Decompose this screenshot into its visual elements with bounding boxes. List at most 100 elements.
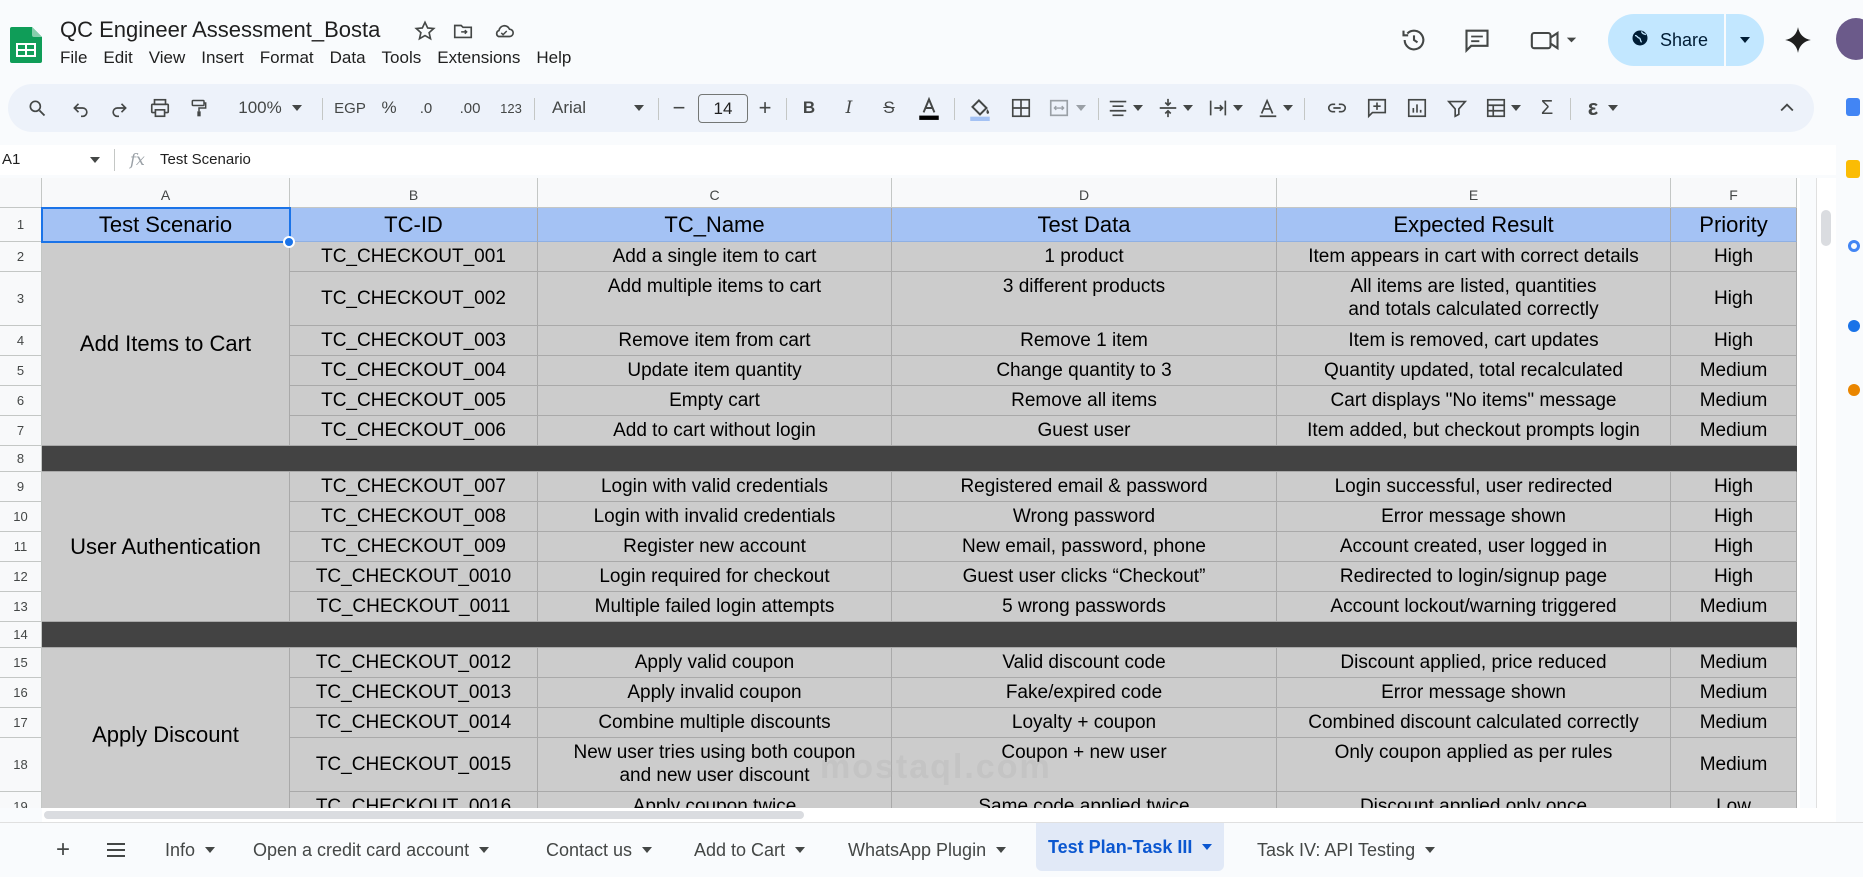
menu-tools[interactable]: Tools [374,48,430,68]
print-icon[interactable] [144,84,176,132]
merge-cells-icon[interactable] [1044,84,1090,132]
menu-extensions[interactable]: Extensions [429,48,528,68]
filter-icon[interactable] [1440,84,1474,132]
tc-name-cell[interactable]: Combine multiple discounts [538,708,892,738]
insert-chart-icon[interactable] [1400,84,1434,132]
row-header[interactable]: 10 [0,502,42,532]
test-data-cell[interactable]: 3 different products [892,272,1277,326]
vertical-scrollbar[interactable] [1816,178,1836,808]
keep-icon[interactable] [1846,160,1860,178]
expected-result-cell[interactable]: Redirected to login/signup page [1277,562,1671,592]
tab-info[interactable]: Info [153,829,227,871]
italic-button[interactable]: I [832,84,866,132]
comment-icon[interactable] [1459,22,1495,58]
chevron-down-icon[interactable] [90,157,100,163]
borders-icon[interactable] [1004,84,1038,132]
add-sheet-button[interactable]: + [44,829,82,871]
formula-input[interactable]: Test Scenario [160,151,251,168]
text-color-icon[interactable] [912,84,946,132]
tc-id-cell[interactable]: TC_CHECKOUT_009 [290,532,538,562]
fill-handle[interactable] [283,236,295,248]
row-header[interactable]: 11 [0,532,42,562]
bold-button[interactable]: B [792,84,826,132]
priority-cell[interactable]: High [1671,472,1797,502]
row-header[interactable]: 3 [0,272,42,326]
tc-id-cell[interactable]: TC_CHECKOUT_0011 [290,592,538,622]
separator-row[interactable] [42,446,1797,472]
priority-cell[interactable]: High [1671,562,1797,592]
spreadsheet-grid[interactable]: A B C D E F 1 2 3 4 5 6 7 8 9 10 11 12 1… [0,178,1800,808]
test-data-cell[interactable]: Loyalty + coupon [892,708,1277,738]
fill-color-icon[interactable] [962,84,998,132]
filter-views-icon[interactable] [1480,84,1526,132]
tc-id-cell[interactable]: TC_CHECKOUT_005 [290,386,538,416]
expected-result-cell[interactable]: Login successful, user redirected [1277,472,1671,502]
horizontal-scrollbar[interactable] [42,808,1836,822]
priority-cell[interactable]: High [1671,272,1797,326]
row-header[interactable]: 19 [0,792,42,808]
tc-name-cell[interactable]: Apply coupon twice [538,792,892,808]
test-data-cell[interactable]: 1 product [892,242,1277,272]
expected-result-cell[interactable]: Item is removed, cart updates [1277,326,1671,356]
tc-name-cell[interactable]: Apply invalid coupon [538,678,892,708]
column-header-b[interactable]: B [290,178,538,208]
tab-task-iv-api-testing[interactable]: Task IV: API Testing [1245,829,1447,871]
column-header-d[interactable]: D [892,178,1277,208]
tc-name-cell[interactable]: Login with valid credentials [538,472,892,502]
avatar[interactable] [1836,18,1863,60]
font-family-select[interactable]: Arial [542,84,652,132]
tab-add-to-cart[interactable]: Add to Cart [682,829,817,871]
priority-cell[interactable]: Medium [1671,648,1797,678]
row-header[interactable]: 1 [0,208,42,242]
font-size-input[interactable]: 14 [698,94,748,123]
test-data-cell[interactable]: Change quantity to 3 [892,356,1277,386]
menu-insert[interactable]: Insert [193,48,252,68]
priority-cell[interactable]: Medium [1671,738,1797,792]
tc-name-cell[interactable]: Register new account [538,532,892,562]
test-data-cell[interactable]: Guest user [892,416,1277,446]
star-icon[interactable] [412,18,438,44]
insert-comment-icon[interactable] [1360,84,1394,132]
menu-file[interactable]: File [52,48,95,68]
name-box[interactable]: A1 [2,151,20,168]
tc-id-cell[interactable]: TC_CHECKOUT_007 [290,472,538,502]
strikethrough-button[interactable]: S [872,84,906,132]
horizontal-align-icon[interactable] [1104,84,1146,132]
tab-contact-us[interactable]: Contact us [534,829,664,871]
expected-result-cell[interactable]: Only coupon applied as per rules [1277,738,1671,792]
test-data-cell[interactable]: Valid discount code [892,648,1277,678]
row-header[interactable]: 8 [0,446,42,472]
functions-icon[interactable]: Σ [1530,84,1564,132]
header-cell[interactable]: Test Scenario [42,208,290,242]
meet-icon[interactable] [1524,22,1584,58]
expected-result-cell[interactable]: Error message shown [1277,502,1671,532]
expected-result-cell[interactable]: Item appears in cart with correct detail… [1277,242,1671,272]
history-icon[interactable] [1396,22,1432,58]
cloud-status-icon[interactable] [491,18,517,44]
sheets-logo-icon[interactable] [8,25,44,65]
insert-link-icon[interactable] [1320,84,1354,132]
share-button[interactable]: Share [1608,14,1724,66]
test-data-cell[interactable]: Wrong password [892,502,1277,532]
priority-cell[interactable]: High [1671,326,1797,356]
column-header-a[interactable]: A [42,178,290,208]
test-data-cell[interactable]: Remove 1 item [892,326,1277,356]
currency-format-button[interactable]: EGP [330,84,370,132]
test-data-cell[interactable]: Same code applied twice [892,792,1277,808]
test-data-cell[interactable]: Remove all items [892,386,1277,416]
row-header[interactable]: 13 [0,592,42,622]
undo-icon[interactable] [66,84,96,132]
all-sheets-menu-icon[interactable] [94,829,138,871]
increase-decimal-button[interactable]: .00 [450,84,490,132]
row-header[interactable]: 17 [0,708,42,738]
tc-id-cell[interactable]: TC_CHECKOUT_004 [290,356,538,386]
tc-id-cell[interactable]: TC_CHECKOUT_002 [290,272,538,326]
tc-name-cell[interactable]: Apply valid coupon [538,648,892,678]
scrollbar-thumb[interactable] [44,811,804,819]
expected-result-cell[interactable]: Item added, but checkout prompts login [1277,416,1671,446]
row-header[interactable]: 2 [0,242,42,272]
row-header[interactable]: 16 [0,678,42,708]
share-dropdown-button[interactable] [1726,14,1764,66]
tc-name-cell[interactable]: Login with invalid credentials [538,502,892,532]
scenario-cell[interactable]: Apply Discount [42,648,290,808]
